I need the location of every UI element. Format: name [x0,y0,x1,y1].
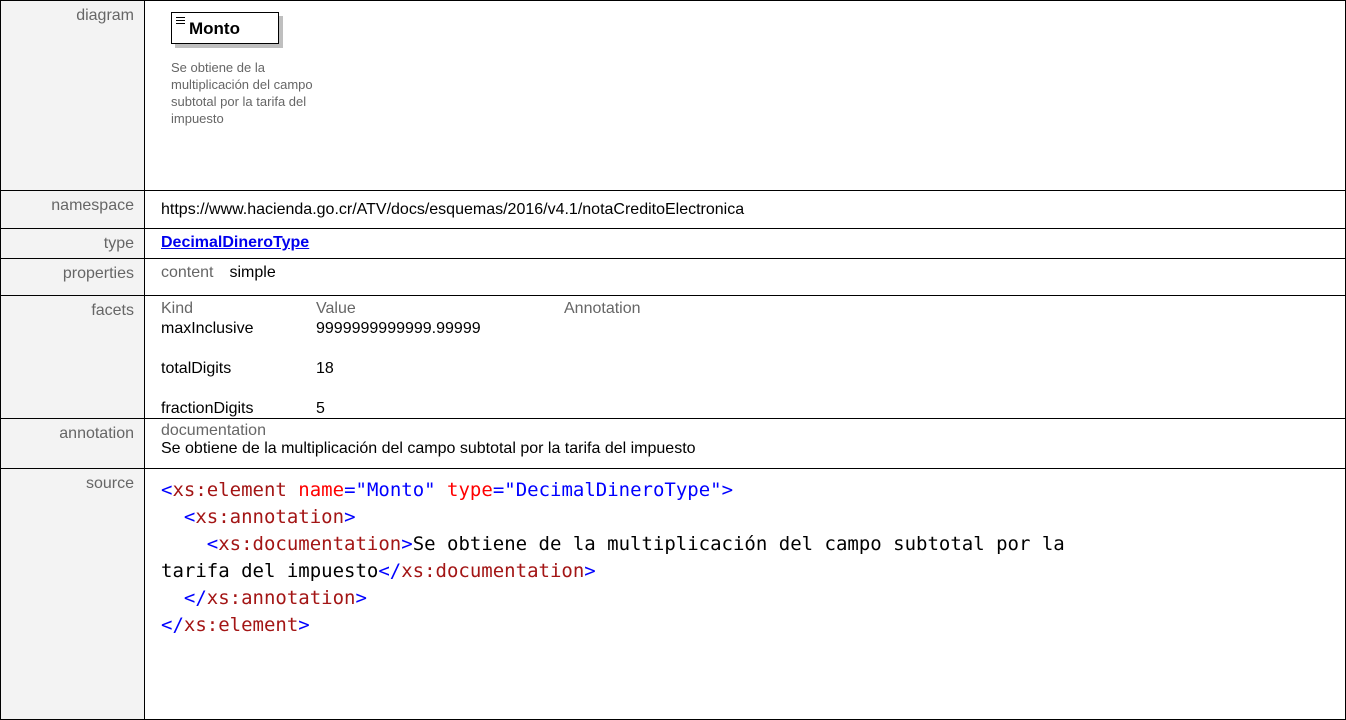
facet-row: maxInclusive 9999999999999.99999 [161,321,1345,337]
type-link[interactable]: DecimalDineroType [161,229,309,252]
facet-kind: maxInclusive [161,320,254,337]
source-line-2: <xs:annotation> [161,504,1345,531]
source-line-1: <xs:element name="Monto" type="DecimalDi… [161,477,1345,504]
source-token: name [298,479,345,501]
facets-header-value: Value [316,300,356,317]
source-token: < [183,506,196,528]
source-token: "DecimalDineroType" [504,479,722,501]
source-token: type [447,479,493,501]
source-token: > [721,479,734,501]
facet-row: totalDigits 18 [161,361,1345,377]
source-token: xs:element [172,479,287,501]
element-lines-icon [176,17,185,26]
facet-kind: totalDigits [161,360,232,377]
facets-header-annotation: Annotation [564,300,641,317]
diagram-doc-line: impuesto [171,111,224,126]
type-label: type [0,228,145,259]
element-name: Monto [189,19,240,38]
diagram-cell: Monto Se obtiene de la multiplicación de… [144,0,1346,191]
diagram-label: diagram [0,0,145,191]
source-code: <xs:element name="Monto" type="DecimalDi… [161,469,1345,639]
diagram-doc-line: multiplicación del campo [171,77,313,92]
facets-row: facets Kind Value Annotation maxInclusiv… [0,295,1346,419]
diagram-doc-line: Se obtiene de la [171,60,265,75]
source-token: > [344,506,356,528]
facets-header: Kind Value Annotation [161,296,1345,317]
facets-label: facets [0,295,145,419]
source-token: = [344,479,356,501]
properties-grid: content simple [161,259,1345,282]
source-row: source <xs:element name="Monto" type="De… [0,468,1346,720]
properties-label: properties [0,258,145,296]
source-token: </ [378,560,402,582]
diagram-row: diagram Monto Se obtiene de la multiplic… [0,0,1346,191]
source-text: Se obtiene de la multiplicación del camp… [412,533,1065,555]
properties-cell: content simple [144,258,1346,296]
source-line-5: </xs:annotation> [161,585,1345,612]
facet-value: 18 [316,360,334,377]
facet-value: 5 [316,400,325,417]
source-token: < [206,533,219,555]
properties-value: simple [229,264,276,281]
source-token: > [298,614,310,636]
properties-row: properties content simple [0,258,1346,296]
namespace-cell: https://www.hacienda.go.cr/ATV/docs/esqu… [144,190,1346,229]
source-token: < [161,479,173,501]
namespace-label: namespace [0,190,145,229]
source-token: xs:documentation [218,533,402,555]
element-diagram[interactable]: Monto Se obtiene de la multiplicación de… [171,12,351,127]
properties-key: content [161,264,214,281]
schema-doc-table: diagram Monto Se obtiene de la multiplic… [0,0,1346,720]
annotation-cell: documentation Se obtiene de la multiplic… [144,418,1346,469]
facet-value: 9999999999999.99999 [316,320,481,337]
facets-header-kind: Kind [161,300,194,317]
facet-kind: fractionDigits [161,400,254,417]
element-box[interactable]: Monto [171,12,279,44]
annotation-key: documentation [161,422,266,439]
source-line-3: <xs:documentation>Se obtiene de la multi… [161,531,1345,558]
facet-row: fractionDigits 5 [161,401,1345,417]
facets-list: maxInclusive 9999999999999.99999 totalDi… [161,321,1345,417]
annotation-value: Se obtiene de la multiplicación del camp… [161,440,696,457]
source-token: </ [161,614,184,636]
namespace-value: https://www.hacienda.go.cr/ATV/docs/esqu… [161,201,745,218]
annotation-label: annotation [0,418,145,469]
source-token: xs:documentation [401,560,585,582]
diagram-doc-line: subtotal por la tarifa del [171,94,307,109]
type-row: type DecimalDineroType [0,228,1346,259]
source-token: "Monto" [355,479,436,501]
facets-cell: Kind Value Annotation maxInclusive 99999… [144,295,1346,419]
element-diagram-doc: Se obtiene de la multiplicación del camp… [171,59,351,127]
source-line-4: tarifa del impuesto</xs:documentation> [161,558,1345,585]
source-text: tarifa del impuesto [161,560,379,582]
source-label: source [0,468,145,720]
namespace-row: namespace https://www.hacienda.go.cr/ATV… [0,190,1346,229]
source-token: = [492,479,505,501]
source-line-6: </xs:element> [161,612,1345,639]
source-token: </ [183,587,207,609]
source-token: > [584,560,596,582]
source-cell: <xs:element name="Monto" type="DecimalDi… [144,468,1346,720]
type-cell: DecimalDineroType [144,228,1346,259]
source-token: xs:element [183,614,299,636]
annotation-row: annotation documentation Se obtiene de l… [0,418,1346,469]
source-token: xs:annotation [206,587,356,609]
source-token: > [355,587,367,609]
source-token: xs:annotation [195,506,345,528]
source-token: > [401,533,413,555]
